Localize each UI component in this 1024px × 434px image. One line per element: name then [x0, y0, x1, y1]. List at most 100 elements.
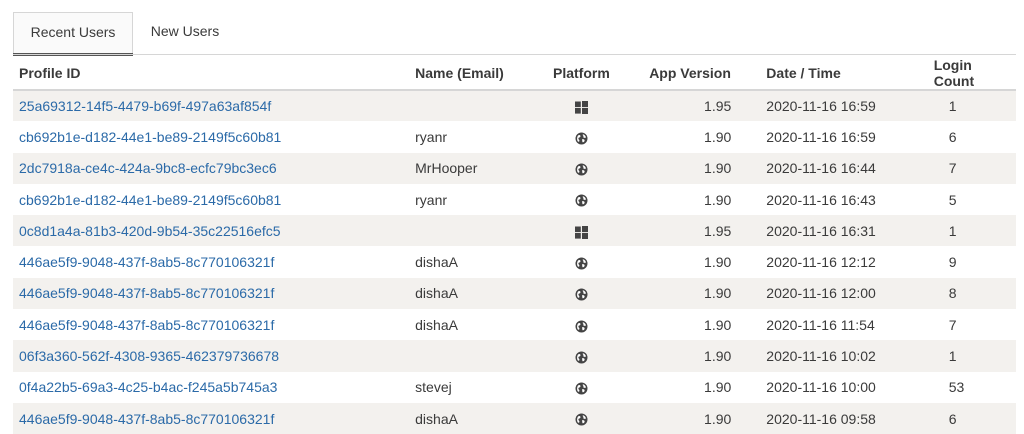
- platform-cell: [532, 152, 631, 184]
- profile-id-link[interactable]: 446ae5f9-9048-437f-8ab5-8c770106321f: [19, 254, 274, 270]
- app-version-cell: 1.90: [630, 121, 750, 153]
- date-time-cell: 2020-11-16 10:02: [749, 340, 912, 372]
- login-count-cell: 1: [911, 340, 1016, 372]
- profile-id-cell: 06f3a360-562f-4308-9365-462379736678: [13, 340, 410, 372]
- profile-id-cell: cb692b1e-d182-44e1-be89-2149f5c60b81: [13, 183, 410, 216]
- app-version-cell: 1.90: [630, 402, 750, 434]
- app-version-cell: 1.90: [630, 183, 750, 216]
- date-time-cell: 2020-11-16 10:00: [749, 371, 912, 403]
- column-header-date-time[interactable]: Date / Time: [749, 57, 912, 91]
- column-header-platform[interactable]: Platform: [532, 57, 631, 91]
- column-header-profile-id[interactable]: Profile ID: [13, 57, 410, 91]
- platform-cell: [532, 121, 631, 153]
- name-cell: dishaA: [409, 309, 533, 341]
- table-row: 2dc7918a-ce4c-424a-9bc8-ecfc79bc3ec6 MrHo…: [13, 152, 1016, 184]
- windows-icon: [574, 223, 588, 239]
- platform-cell: [532, 371, 631, 403]
- column-header-name[interactable]: Name (Email): [409, 57, 533, 91]
- login-count-cell: 5: [911, 183, 1016, 216]
- name-cell: dishaA: [409, 277, 533, 310]
- login-count-cell: 53: [911, 371, 1016, 403]
- table-header-row: Profile ID Name (Email) Platform App Ver…: [13, 57, 1016, 91]
- table-row: 446ae5f9-9048-437f-8ab5-8c770106321f dish…: [13, 402, 1016, 434]
- profile-id-link[interactable]: 0c8d1a4a-81b3-420d-9b54-35c22516efc5: [19, 223, 281, 239]
- platform-cell: [532, 246, 631, 278]
- globe-icon: [575, 160, 588, 176]
- globe-icon: [575, 411, 588, 427]
- profile-id-cell: 25a69312-14f5-4479-b69f-497a63af854f: [13, 90, 410, 122]
- windows-icon: [574, 98, 588, 114]
- app-version-cell: 1.90: [630, 340, 750, 372]
- table-row: cb692b1e-d182-44e1-be89-2149f5c60b81 ryan…: [13, 183, 1016, 216]
- table-row: 446ae5f9-9048-437f-8ab5-8c770106321f dish…: [13, 246, 1016, 278]
- globe-icon: [575, 254, 588, 270]
- tab-new-users[interactable]: New Users: [133, 12, 237, 55]
- profile-id-cell: 446ae5f9-9048-437f-8ab5-8c770106321f: [13, 246, 410, 278]
- app-version-cell: 1.95: [630, 90, 750, 122]
- login-count-cell: 8: [911, 277, 1016, 310]
- table-row: 0c8d1a4a-81b3-420d-9b54-35c22516efc5 1.95…: [13, 215, 1016, 247]
- name-cell: stevej: [409, 371, 533, 403]
- tab-divider: [13, 54, 1016, 55]
- table-row: 25a69312-14f5-4479-b69f-497a63af854f 1.95…: [13, 90, 1016, 122]
- platform-cell: [532, 402, 631, 434]
- date-time-cell: 2020-11-16 16:59: [749, 90, 912, 122]
- profile-id-link[interactable]: 446ae5f9-9048-437f-8ab5-8c770106321f: [19, 411, 274, 427]
- date-time-cell: 2020-11-16 12:12: [749, 246, 912, 278]
- globe-icon: [575, 379, 588, 395]
- name-cell: MrHooper: [409, 152, 533, 184]
- login-count-cell: 1: [911, 90, 1016, 122]
- profile-id-cell: cb692b1e-d182-44e1-be89-2149f5c60b81: [13, 121, 410, 153]
- globe-icon: [575, 285, 588, 301]
- profile-id-link[interactable]: 0f4a22b5-69a3-4c25-b4ac-f245a5b745a3: [19, 379, 277, 395]
- profile-id-link[interactable]: 2dc7918a-ce4c-424a-9bc8-ecfc79bc3ec6: [19, 160, 277, 176]
- globe-icon: [575, 348, 588, 364]
- table-body: 25a69312-14f5-4479-b69f-497a63af854f 1.95…: [13, 90, 1016, 434]
- column-header-app-version[interactable]: App Version: [630, 57, 750, 91]
- login-count-cell: 9: [911, 246, 1016, 278]
- name-cell: [409, 90, 533, 122]
- app-version-cell: 1.90: [630, 152, 750, 184]
- tab-recent-users[interactable]: Recent Users: [13, 12, 133, 56]
- profile-id-link[interactable]: 446ae5f9-9048-437f-8ab5-8c770106321f: [19, 317, 274, 333]
- globe-icon: [575, 129, 588, 145]
- profile-id-link[interactable]: 06f3a360-562f-4308-9365-462379736678: [19, 348, 279, 364]
- tab-bar: Recent Users New Users: [0, 0, 1024, 56]
- platform-cell: [532, 309, 631, 341]
- profile-id-cell: 446ae5f9-9048-437f-8ab5-8c770106321f: [13, 309, 410, 341]
- profile-id-cell: 0c8d1a4a-81b3-420d-9b54-35c22516efc5: [13, 215, 410, 247]
- table-row: cb692b1e-d182-44e1-be89-2149f5c60b81 ryan…: [13, 121, 1016, 153]
- globe-icon: [575, 317, 588, 333]
- login-count-cell: 7: [911, 152, 1016, 184]
- platform-cell: [532, 183, 631, 216]
- app-version-cell: 1.95: [630, 215, 750, 247]
- login-count-cell: 6: [911, 121, 1016, 153]
- name-cell: [409, 340, 533, 372]
- app-version-cell: 1.90: [630, 277, 750, 310]
- date-time-cell: 2020-11-16 16:59: [749, 121, 912, 153]
- name-cell: ryanr: [409, 183, 533, 216]
- login-count-cell: 6: [911, 402, 1016, 434]
- platform-cell: [532, 90, 631, 122]
- profile-id-link[interactable]: 446ae5f9-9048-437f-8ab5-8c770106321f: [19, 285, 274, 301]
- globe-icon: [575, 192, 588, 208]
- date-time-cell: 2020-11-16 16:31: [749, 215, 912, 247]
- platform-cell: [532, 340, 631, 372]
- profile-id-link[interactable]: cb692b1e-d182-44e1-be89-2149f5c60b81: [19, 192, 281, 208]
- table-row: 0f4a22b5-69a3-4c25-b4ac-f245a5b745a3 stev…: [13, 371, 1016, 403]
- table-row: 06f3a360-562f-4308-9365-462379736678 1.90…: [13, 340, 1016, 372]
- app-version-cell: 1.90: [630, 371, 750, 403]
- platform-cell: [532, 277, 631, 310]
- login-count-cell: 1: [911, 215, 1016, 247]
- profile-id-cell: 0f4a22b5-69a3-4c25-b4ac-f245a5b745a3: [13, 371, 410, 403]
- name-cell: [409, 215, 533, 247]
- profile-id-link[interactable]: 25a69312-14f5-4479-b69f-497a63af854f: [19, 98, 271, 114]
- profile-id-cell: 446ae5f9-9048-437f-8ab5-8c770106321f: [13, 402, 410, 434]
- table-row: 446ae5f9-9048-437f-8ab5-8c770106321f dish…: [13, 309, 1016, 341]
- name-cell: dishaA: [409, 402, 533, 434]
- column-header-login-count[interactable]: Login Count: [911, 57, 1016, 91]
- platform-cell: [532, 215, 631, 247]
- profile-id-link[interactable]: cb692b1e-d182-44e1-be89-2149f5c60b81: [19, 129, 281, 145]
- date-time-cell: 2020-11-16 09:58: [749, 402, 912, 434]
- date-time-cell: 2020-11-16 16:43: [749, 183, 912, 216]
